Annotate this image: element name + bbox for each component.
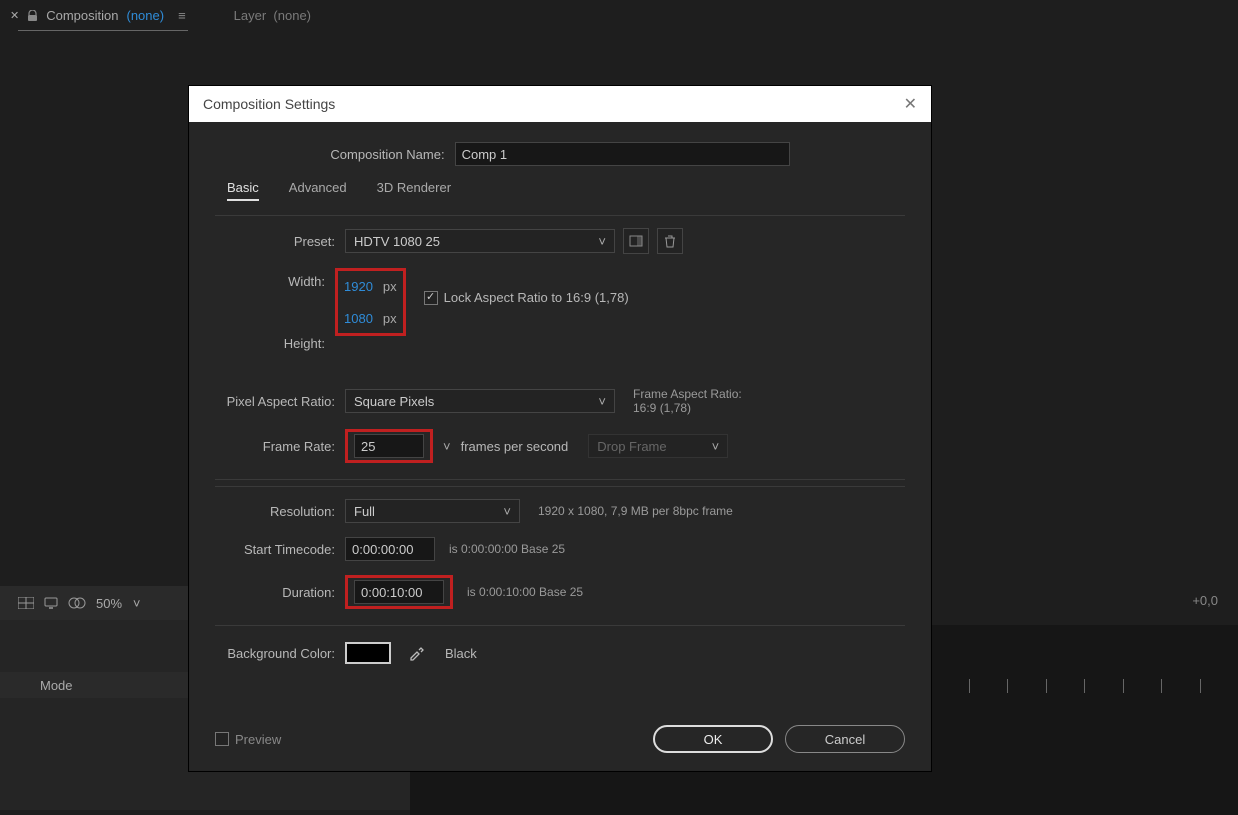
cancel-button[interactable]: Cancel	[785, 725, 905, 753]
bg-color-swatch[interactable]	[345, 642, 391, 664]
frame-rate-highlight: 25	[345, 429, 433, 463]
height-input[interactable]: 1080	[344, 311, 373, 326]
position-readout: +0,0	[1192, 593, 1218, 608]
close-icon[interactable]: ✕	[10, 9, 19, 22]
frame-aspect-value: 16:9 (1,78)	[633, 401, 742, 415]
start-timecode-label: Start Timecode:	[215, 542, 345, 557]
tab-advanced[interactable]: Advanced	[289, 180, 347, 201]
eyedropper-icon[interactable]	[403, 640, 429, 666]
layer-tab-label[interactable]: Layer	[234, 8, 267, 23]
grid-icon[interactable]	[18, 597, 34, 609]
preview-checkbox[interactable]	[215, 732, 229, 746]
resolution-info: 1920 x 1080, 7,9 MB per 8bpc frame	[538, 504, 733, 518]
basic-section-1: Preset: HDTV 1080 25 ˅ Width: 1920 px	[215, 215, 905, 480]
delete-preset-button[interactable]	[657, 228, 683, 254]
drop-frame-dropdown: Drop Frame ˅	[588, 434, 728, 458]
dialog-titlebar[interactable]: Composition Settings ✕	[189, 86, 931, 122]
timeline-ruler[interactable]	[930, 674, 1238, 698]
fps-suffix: frames per second	[461, 439, 569, 454]
height-label: Height:	[215, 300, 335, 351]
bg-color-label: Background Color:	[215, 646, 345, 661]
chevron-down-icon: ˅	[712, 439, 720, 454]
dialog-title-text: Composition Settings	[203, 96, 335, 112]
basic-section-2: Resolution: Full ˅ 1920 x 1080, 7,9 MB p…	[215, 486, 905, 626]
zoom-value: 50%	[96, 596, 122, 611]
px-label: px	[383, 279, 397, 294]
preview-label: Preview	[235, 732, 281, 747]
pixel-aspect-dropdown[interactable]: Square Pixels ˅	[345, 389, 615, 413]
lock-aspect-label: Lock Aspect Ratio to 16:9 (1,78)	[444, 290, 629, 305]
mask-icon[interactable]	[68, 597, 86, 609]
chevron-down-icon: ˅	[503, 504, 511, 519]
chevron-down-icon[interactable]: ˅	[443, 439, 451, 454]
frame-rate-label: Frame Rate:	[215, 439, 345, 454]
close-icon[interactable]: ✕	[904, 94, 917, 114]
duration-input[interactable]: 0:00:10:00	[354, 580, 444, 604]
bg-color-name: Black	[445, 646, 477, 661]
lock-aspect-checkbox[interactable]	[424, 291, 438, 305]
dialog-tabs: Basic Advanced 3D Renderer	[227, 180, 905, 201]
frame-aspect-label: Frame Aspect Ratio:	[633, 387, 742, 401]
resolution-label: Resolution:	[215, 504, 345, 519]
composition-none-label: (none)	[126, 8, 164, 23]
resolution-dropdown[interactable]: Full ˅	[345, 499, 520, 523]
lock-icon[interactable]	[27, 10, 38, 22]
start-timecode-info: is 0:00:00:00 Base 25	[449, 542, 565, 556]
zoom-dropdown[interactable]: 50% ˅	[96, 596, 140, 611]
monitor-icon[interactable]	[44, 597, 58, 609]
chevron-down-icon: ˅	[598, 394, 606, 409]
panel-tabs: ✕ Composition (none) ≡ Layer (none)	[10, 8, 311, 23]
col-mode[interactable]: Mode	[40, 678, 73, 693]
start-timecode-input[interactable]: 0:00:00:00	[345, 537, 435, 561]
active-tab-underline	[18, 30, 188, 31]
composition-name-input[interactable]: Comp 1	[455, 142, 790, 166]
save-preset-button[interactable]	[623, 228, 649, 254]
preset-dropdown[interactable]: HDTV 1080 25 ˅	[345, 229, 615, 253]
frame-rate-input[interactable]: 25	[354, 434, 424, 458]
chevron-down-icon: ˅	[598, 234, 606, 249]
duration-label: Duration:	[215, 585, 345, 600]
px-label: px	[383, 311, 397, 326]
tab-basic[interactable]: Basic	[227, 180, 259, 201]
composition-settings-dialog: Composition Settings ✕ Composition Name:…	[189, 86, 931, 771]
ok-button[interactable]: OK	[653, 725, 773, 753]
composition-tab-label[interactable]: Composition	[46, 8, 118, 23]
duration-info: is 0:00:10:00 Base 25	[467, 585, 583, 599]
preset-label: Preset:	[215, 234, 345, 249]
pixel-aspect-label: Pixel Aspect Ratio:	[215, 394, 345, 409]
width-label: Width:	[215, 268, 335, 289]
panel-menu-icon[interactable]: ≡	[178, 8, 186, 23]
layer-none-label: (none)	[273, 8, 311, 23]
width-height-highlight: 1920 px 1080 px	[335, 268, 406, 336]
width-input[interactable]: 1920	[344, 279, 373, 294]
composition-name-label: Composition Name:	[330, 147, 454, 162]
duration-highlight: 0:00:10:00	[345, 575, 453, 609]
tab-3d-renderer[interactable]: 3D Renderer	[377, 180, 451, 201]
basic-section-3: Background Color: Black	[215, 632, 905, 688]
